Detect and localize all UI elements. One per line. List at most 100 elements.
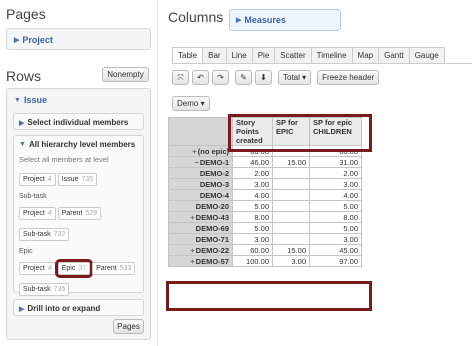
table-row: +DEMO-57 100.00 3.00 97.00 [168, 255, 362, 267]
tab-bar[interactable]: Bar [202, 47, 227, 63]
tab-gantt[interactable]: Gantt [378, 47, 410, 63]
level-chip-issue[interactable]: Issue 735 [57, 173, 98, 186]
row-header[interactable]: DEMO-4 [168, 189, 233, 201]
expand-plus-icon[interactable]: + [190, 246, 194, 255]
select-hint: Select all members at level [19, 155, 109, 164]
row-header[interactable]: +DEMO-57 [168, 255, 233, 267]
nonempty-button[interactable]: Nonempty [102, 67, 149, 82]
all-hierarchy-label: All hierarchy level members [28, 140, 136, 149]
table-cell: 4.00 [232, 189, 273, 201]
header-highlight [228, 114, 372, 152]
level-chip-parent[interactable]: Parent 533 [92, 262, 136, 275]
table-cell: 60.00 [232, 244, 273, 256]
row-header[interactable]: DEMO-71 [168, 233, 233, 245]
issue-header[interactable]: ▼ Issue [14, 95, 47, 105]
table-cell: 97.00 [309, 255, 362, 267]
toolbar: ⤧ ↶ ↷ ✎ ⬇ Total ▾ Freeze header [172, 70, 380, 85]
freeze-header-button[interactable]: Freeze header [317, 70, 380, 85]
chip-label: Project [23, 176, 45, 183]
tab-gauge[interactable]: Gauge [408, 47, 445, 63]
chip-label: Sub-task [23, 231, 51, 238]
tab-scatter[interactable]: Scatter [274, 47, 312, 63]
table-cell: 15.00 [272, 156, 310, 168]
table-cell: 8.00 [309, 211, 362, 223]
table-cell: 46.00 [232, 156, 273, 168]
tab-pie[interactable]: Pie [251, 47, 276, 63]
right-panel: Columns ▶ Measures Table Bar Line Pie Scatte… [162, 0, 474, 346]
row-header[interactable]: DEMO-20 [168, 200, 233, 212]
table-row: +DEMO-43 8.00 8.00 [168, 211, 362, 223]
hierarchy-level-label: Sub-task [19, 193, 47, 200]
row-header[interactable]: −DEMO-1 [168, 156, 233, 168]
table-cell [272, 200, 310, 212]
row-label: DEMO-69 [195, 223, 229, 233]
level-chip-project[interactable]: Project 4 [19, 173, 56, 186]
table-cell: 3.00 [309, 178, 362, 190]
row-label: (no epic) [197, 146, 229, 156]
expand-plus-icon[interactable]: + [190, 257, 194, 266]
pages-button[interactable]: Pages [113, 319, 144, 334]
hierarchy-level: Project 4 Issue 735 [19, 168, 138, 189]
redo-icon[interactable]: ↷ [212, 70, 229, 85]
total-dropdown[interactable]: Total ▾ [278, 70, 312, 85]
row-header[interactable]: +DEMO-22 [168, 244, 233, 256]
table-cell: 2.00 [309, 167, 362, 179]
row-header[interactable]: +(no epic) [168, 145, 233, 157]
level-chip-epic[interactable]: Epic 37 [54, 259, 94, 278]
chip-count: 4 [47, 210, 52, 217]
table-cell [272, 189, 310, 201]
chip-count: 732 [53, 231, 66, 238]
chip-label: Project [23, 210, 45, 217]
hierarchy-level: Sub-task Project 4 Parent 529 Sub-task 732 [19, 193, 138, 244]
total-label: Total [283, 73, 300, 82]
row-header[interactable]: DEMO-2 [168, 167, 233, 179]
table-cell: 4.00 [309, 189, 362, 201]
chip-label: Project [23, 265, 45, 272]
level-chip-project[interactable]: Project 4 [19, 207, 56, 220]
drill-panel[interactable]: ▶ Drill into or expand [13, 299, 144, 316]
table-cell: 31.00 [309, 156, 362, 168]
tab-map[interactable]: Map [351, 47, 380, 63]
hierarchy-header[interactable]: ▼ All hierarchy level members [19, 140, 138, 149]
table-row: +DEMO-22 60.00 15.00 45.00 [168, 244, 362, 256]
pages-project-panel[interactable]: ▶ Project [6, 28, 151, 50]
row-label: DEMO-22 [195, 245, 229, 255]
expand-plus-icon[interactable]: + [190, 213, 194, 222]
select-individual-panel[interactable]: ▶ Select individual members [13, 113, 144, 130]
table-cell: 5.00 [309, 222, 362, 234]
tab-line[interactable]: Line [225, 47, 253, 63]
tab-table[interactable]: Table [172, 47, 204, 63]
chip-label: Epic [61, 265, 76, 272]
pages-project-label: Project [22, 35, 53, 45]
table-cell [272, 178, 310, 190]
level-chip-sub-task[interactable]: Sub-task 732 [19, 228, 70, 241]
level-chip-sub-task[interactable]: Sub-task 735 [19, 283, 70, 296]
hierarchy-levels-panel: ▼ All hierarchy level members Select all… [13, 135, 144, 296]
row-header[interactable]: DEMO-69 [168, 222, 233, 234]
expand-arrow-icon: ▶ [236, 17, 242, 24]
chip-label: Parent [96, 265, 117, 272]
table-row: DEMO-20 5.00 5.00 [168, 200, 362, 212]
expand-plus-icon[interactable]: + [192, 147, 196, 156]
table-row: DEMO-71 3.00 3.00 [168, 233, 362, 245]
undo-icon[interactable]: ↶ [192, 70, 209, 85]
view-tabs: Table Bar Line Pie Scatter Timeline Map Gantt Ga… [172, 47, 445, 63]
chip-count: 37 [78, 265, 87, 272]
demo-dropdown[interactable]: Demo ▾ [172, 96, 210, 111]
collapse-arrow-icon: ▼ [19, 141, 26, 148]
fullscreen-icon[interactable]: ⤧ [172, 70, 189, 85]
comment-icon[interactable]: ✎ [235, 70, 252, 85]
rows-title: Rows [6, 68, 42, 84]
row-header[interactable]: +DEMO-43 [168, 211, 233, 223]
row-header[interactable]: DEMO-3 [168, 178, 233, 190]
corner-cell [168, 117, 233, 146]
level-chip-project[interactable]: Project 4 [19, 262, 56, 275]
download-icon[interactable]: ⬇ [255, 70, 272, 85]
row-label: DEMO-1 [199, 157, 229, 167]
table-cell [272, 222, 310, 234]
measures-panel[interactable]: ▶ Measures [229, 9, 341, 31]
table-cell: 45.00 [309, 244, 362, 256]
tab-timeline[interactable]: Timeline [310, 47, 353, 63]
level-chip-parent[interactable]: Parent 529 [57, 207, 102, 220]
collapse-minus-icon[interactable]: − [194, 158, 198, 167]
